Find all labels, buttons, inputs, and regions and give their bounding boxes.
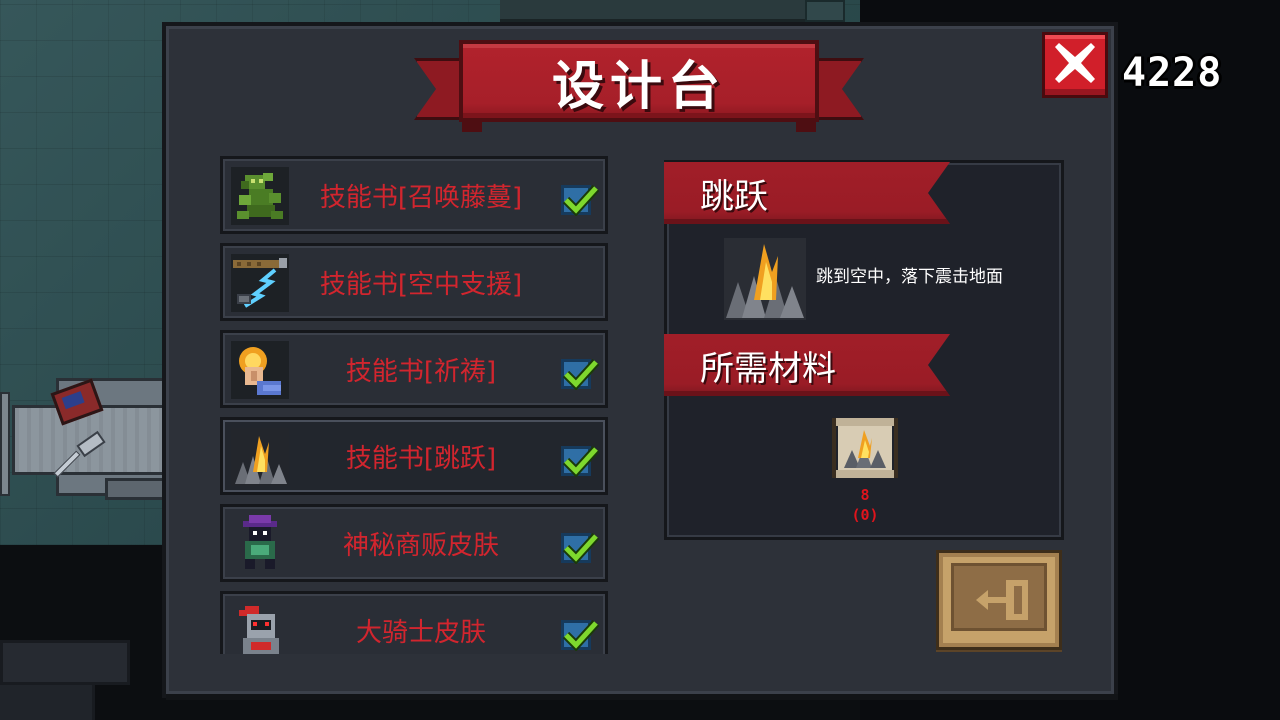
enter-icon (976, 580, 1028, 620)
recipe-label: 大骑士皮肤 (355, 617, 486, 648)
dungeon-wall-lower (0, 640, 130, 685)
recipe-label: 神秘商贩皮肤 (342, 530, 499, 561)
workbench-leg (105, 478, 165, 500)
recipe-label: 技能书[召唤藤蔓] (319, 182, 523, 213)
recipe-row-mystery-merchant-skin[interactable]: 神秘商贩皮肤 (220, 504, 608, 582)
jump-icon (231, 428, 289, 486)
air-support-icon (231, 254, 289, 312)
panel-shadow (166, 694, 1118, 700)
recipe-label: 技能书[祈祷] (345, 356, 497, 387)
craft-button-face (951, 563, 1047, 631)
recipe-row-vine-summon[interactable]: 技能书[召唤藤蔓] (220, 156, 608, 234)
skill-name: 跳跃 (700, 176, 768, 217)
recipe-row-grand-knight-skin[interactable]: 大骑士皮肤 (220, 591, 608, 654)
title-ribbon: 设计台 (414, 40, 864, 140)
recipe-row-prayer[interactable]: 技能书[祈祷] (220, 330, 608, 408)
skill-description: 跳到空中，落下震击地面 (816, 267, 1003, 287)
wall-block (805, 0, 845, 22)
jump-skill-icon (724, 238, 806, 320)
prayer-icon (231, 341, 289, 399)
ribbon-body: 设计台 (459, 40, 819, 122)
craft-button[interactable] (936, 550, 1062, 650)
mystery-merchant-skin-icon (231, 515, 289, 573)
grand-knight-skin-icon (231, 602, 289, 654)
recipe-label: 技能书[空中支援] (319, 269, 523, 300)
bench-pillar (0, 392, 10, 496)
close-button[interactable] (1042, 32, 1108, 98)
materials-banner: 所需材料 (664, 334, 950, 396)
page-title: 设计台 (551, 56, 726, 117)
jump-scroll-icon (830, 416, 900, 480)
recipe-row-air-support[interactable]: 技能书[空中支援] (220, 243, 608, 321)
close-icon (1055, 43, 1095, 83)
vine-summon-icon (231, 167, 289, 225)
unlocked-check-icon (561, 184, 600, 216)
unlocked-check-icon (561, 358, 600, 390)
gem-count: 4228 (1122, 50, 1223, 96)
material-required-count: 8 (860, 486, 870, 504)
unlocked-check-icon (561, 619, 600, 651)
recipe-label: 技能书[跳跃] (345, 443, 497, 474)
recipe-list[interactable]: 技能书[召唤藤蔓] 技能书[空中支援] 技能书[祈祷] 技能书[跳跃] 神秘商贩… (216, 156, 612, 654)
unlocked-check-icon (561, 532, 600, 564)
material-owned-count: (0) (851, 506, 879, 524)
dungeon-wall-lower-step (0, 685, 95, 720)
skill-name-banner: 跳跃 (664, 162, 950, 224)
materials-heading: 所需材料 (700, 348, 836, 389)
dungeon-wall (500, 0, 830, 22)
unlocked-check-icon (561, 445, 600, 477)
recipe-row-jump[interactable]: 技能书[跳跃] (220, 417, 608, 495)
